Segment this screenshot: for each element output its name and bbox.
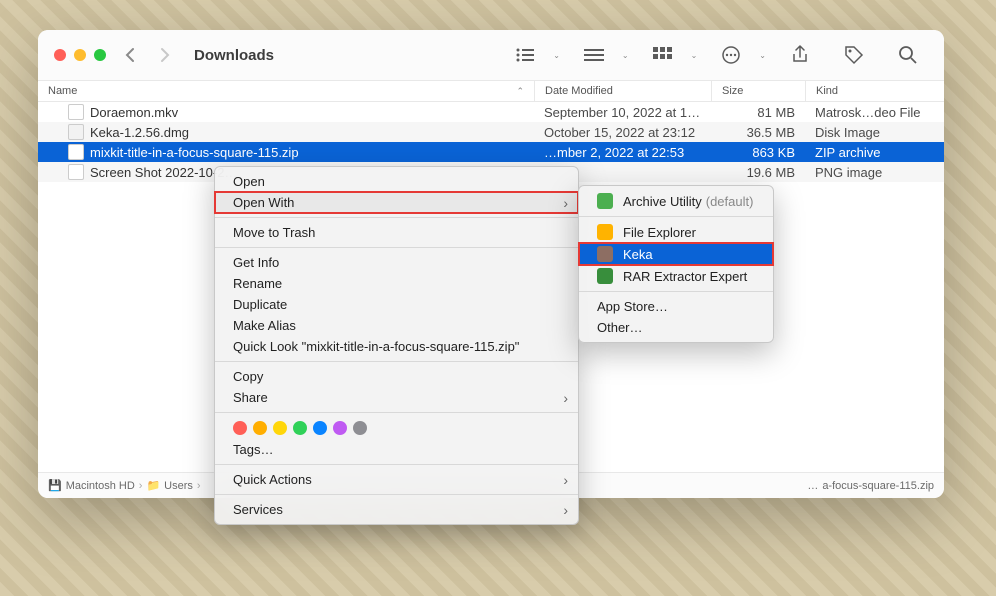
tag-green[interactable] [293, 421, 307, 435]
menu-share[interactable]: Share [215, 387, 578, 408]
default-label: (default) [706, 194, 754, 209]
disk-icon [68, 124, 84, 140]
file-row[interactable]: Doraemon.mkv September 10, 2022 at 18:19… [38, 102, 944, 122]
window-controls [54, 49, 106, 61]
close-button[interactable] [54, 49, 66, 61]
share-icon[interactable] [788, 43, 812, 67]
menu-separator [215, 217, 578, 218]
group-icon[interactable] [582, 43, 606, 67]
file-date: …mber 2, 2022 at 22:53 [534, 145, 711, 160]
menu-separator [215, 464, 578, 465]
titlebar: Downloads ⌄ ⌄ ⌄ ⌄ [38, 30, 944, 80]
menu-duplicate[interactable]: Duplicate [215, 294, 578, 315]
open-with-submenu: Archive Utility(default) File Explorer K… [578, 185, 774, 343]
submenu-other[interactable]: Other… [579, 317, 773, 338]
tag-orange[interactable] [253, 421, 267, 435]
minimize-button[interactable] [74, 49, 86, 61]
arrange-icon[interactable] [651, 43, 675, 67]
keka-icon [597, 246, 613, 262]
chevron-down-icon: ⌄ [759, 51, 766, 60]
submenu-keka[interactable]: Keka [579, 243, 773, 265]
tag-purple[interactable] [333, 421, 347, 435]
tag-gray[interactable] [353, 421, 367, 435]
chevron-down-icon: ⌄ [622, 51, 629, 60]
back-button[interactable] [120, 45, 140, 65]
path-segment[interactable]: 📁 Users [146, 479, 192, 492]
archive-utility-icon [597, 193, 613, 209]
submenu-app-store[interactable]: App Store… [579, 296, 773, 317]
rar-extractor-icon [597, 268, 613, 284]
file-row-selected[interactable]: mixkit-title-in-a-focus-square-115.zip …… [38, 142, 944, 162]
image-icon [68, 164, 84, 180]
column-size-label: Size [722, 85, 743, 97]
zoom-button[interactable] [94, 49, 106, 61]
menu-tags-row [215, 417, 578, 439]
column-size[interactable]: Size [711, 81, 805, 101]
menu-open-with[interactable]: Open With [215, 192, 578, 213]
file-kind: ZIP archive [805, 145, 944, 160]
file-date: October 15, 2022 at 23:12 [534, 125, 711, 140]
menu-separator [215, 247, 578, 248]
forward-button[interactable] [154, 45, 174, 65]
file-kind: Disk Image [805, 125, 944, 140]
file-name: Keka-1.2.56.dmg [90, 125, 189, 140]
tag-blue[interactable] [313, 421, 327, 435]
submenu-file-explorer[interactable]: File Explorer [579, 221, 773, 243]
file-size: 36.5 MB [711, 125, 805, 140]
column-dm-label: Date Modified [545, 85, 613, 97]
menu-separator [215, 494, 578, 495]
tag-yellow[interactable] [273, 421, 287, 435]
window-title: Downloads [194, 47, 274, 64]
video-icon [68, 104, 84, 120]
submenu-archive-utility[interactable]: Archive Utility(default) [579, 190, 773, 212]
menu-services[interactable]: Services [215, 499, 578, 520]
menu-move-to-trash[interactable]: Move to Trash [215, 222, 578, 243]
menu-rename[interactable]: Rename [215, 273, 578, 294]
menu-separator [215, 361, 578, 362]
file-explorer-icon [597, 224, 613, 240]
file-date: September 10, 2022 at 18:19 [534, 105, 711, 120]
file-size: 19.6 MB [711, 165, 805, 180]
path-separator: › [139, 480, 143, 492]
file-row[interactable]: Keka-1.2.56.dmg October 15, 2022 at 23:1… [38, 122, 944, 142]
menu-tags[interactable]: Tags… [215, 439, 578, 460]
column-name[interactable]: Name ⌃ [38, 81, 534, 101]
column-kind-label: Kind [816, 85, 838, 97]
context-menu: Open Open With Move to Trash Get Info Re… [214, 166, 579, 525]
file-name: Doraemon.mkv [90, 105, 178, 120]
zip-icon [68, 144, 84, 160]
menu-make-alias[interactable]: Make Alias [215, 315, 578, 336]
menu-separator [579, 291, 773, 292]
menu-copy[interactable]: Copy [215, 366, 578, 387]
file-name: mixkit-title-in-a-focus-square-115.zip [90, 145, 299, 160]
column-name-label: Name [48, 85, 77, 97]
path-segment[interactable]: 💾 Macintosh HD [48, 479, 135, 492]
file-kind: Matrosk…deo File [805, 105, 944, 120]
menu-quick-look[interactable]: Quick Look "mixkit-title-in-a-focus-squa… [215, 336, 578, 357]
menu-get-info[interactable]: Get Info [215, 252, 578, 273]
column-headers: Name ⌃ Date Modified Size Kind [38, 80, 944, 102]
tag-icon[interactable] [842, 43, 866, 67]
file-kind: PNG image [805, 165, 944, 180]
file-size: 863 KB [711, 145, 805, 160]
chevron-down-icon: ⌄ [691, 51, 698, 60]
menu-quick-actions[interactable]: Quick Actions [215, 469, 578, 490]
file-size: 81 MB [711, 105, 805, 120]
submenu-rar-extractor[interactable]: RAR Extractor Expert [579, 265, 773, 287]
sort-indicator: ⌃ [516, 86, 524, 97]
menu-separator [579, 216, 773, 217]
search-icon[interactable] [896, 43, 920, 67]
column-date-modified[interactable]: Date Modified [534, 81, 711, 101]
chevron-down-icon: ⌄ [553, 51, 560, 60]
view-icon-list[interactable] [513, 43, 537, 67]
column-kind[interactable]: Kind [805, 81, 944, 101]
tag-red[interactable] [233, 421, 247, 435]
menu-open[interactable]: Open [215, 171, 578, 192]
path-separator: › [197, 480, 201, 492]
menu-separator [215, 412, 578, 413]
action-icon[interactable] [719, 43, 743, 67]
path-ellipsis: …a-focus-square-115.zip [807, 480, 934, 492]
